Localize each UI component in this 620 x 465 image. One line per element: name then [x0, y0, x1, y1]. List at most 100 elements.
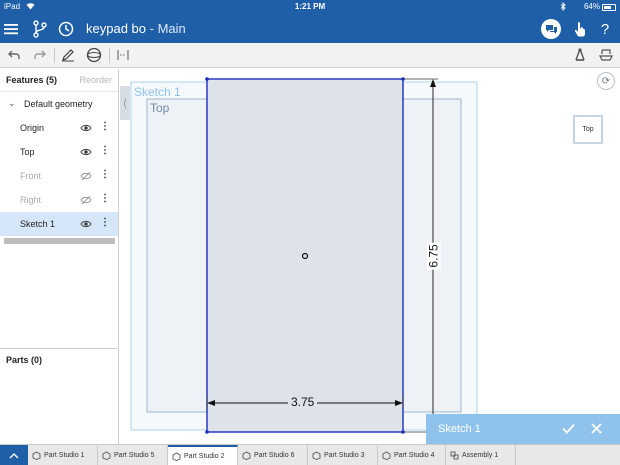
- close-icon[interactable]: [587, 419, 605, 437]
- toolbar-divider: [54, 48, 55, 63]
- history-clock-icon[interactable]: [55, 18, 77, 40]
- reorder-button[interactable]: Reorder: [79, 75, 112, 85]
- feature-label: Origin: [20, 123, 45, 133]
- features-title: Features (5): [6, 75, 58, 85]
- view-sphere-icon[interactable]: [84, 46, 104, 64]
- sketch-edit-title: Sketch 1: [438, 423, 481, 435]
- sketch-canvas[interactable]: [120, 69, 620, 444]
- eye-icon[interactable]: [80, 218, 92, 230]
- sketch-rectangle: [206, 78, 404, 433]
- tab-part-studio-5[interactable]: Part Studio 5: [98, 445, 168, 465]
- ios-status-bar: iPad 1:21 PM 64%: [0, 0, 620, 14]
- chevron-up-icon[interactable]: [0, 445, 28, 465]
- tab-label: Part Studio 6: [254, 452, 295, 459]
- bluetooth-icon: [560, 1, 566, 13]
- feature-label: Top: [20, 147, 35, 157]
- eye-hidden-icon[interactable]: [80, 194, 92, 206]
- feature-list-scrollbar[interactable]: [4, 238, 115, 244]
- check-icon[interactable]: [559, 419, 577, 437]
- tab-part-studio-3[interactable]: Part Studio 3: [308, 445, 378, 465]
- view-cube[interactable]: Top: [573, 115, 603, 144]
- tab-part-studio-1[interactable]: Part Studio 1: [28, 445, 98, 465]
- more-options-icon[interactable]: ⋮: [100, 217, 110, 228]
- tab-label: Part Studio 5: [114, 452, 155, 459]
- eye-hidden-icon[interactable]: [80, 170, 92, 182]
- more-options-icon[interactable]: ⋮: [100, 121, 110, 132]
- part-studio-icon: [32, 451, 41, 460]
- toolbar: [0, 43, 620, 68]
- touch-mode-icon[interactable]: [569, 18, 591, 40]
- part-studio-icon: [102, 451, 111, 460]
- document-title: keypad bo - Main: [86, 21, 186, 36]
- assembly-icon: [450, 451, 459, 460]
- tab-label: Part Studio 1: [44, 452, 85, 459]
- part-studio-icon: [382, 451, 391, 460]
- feature-list-panel: Features (5) Reorder ⌄ Default geometry …: [0, 69, 119, 348]
- section-view-icon[interactable]: [596, 46, 616, 64]
- parts-panel: Parts (0): [0, 348, 119, 444]
- feature-row-origin[interactable]: Origin ⋮: [0, 116, 118, 140]
- tab-part-studio-6[interactable]: Part Studio 6: [238, 445, 308, 465]
- toolbar-divider: [109, 48, 110, 63]
- dimension-tool-icon[interactable]: [113, 46, 133, 64]
- help-icon[interactable]: ?: [594, 18, 616, 40]
- feature-label: Right: [20, 195, 42, 205]
- tab-label: Part Studio 3: [324, 452, 365, 459]
- battery-icon: [602, 4, 616, 11]
- onshape-app: iPad 1:21 PM 64% keypad bo - Main ? Feat…: [0, 0, 620, 465]
- feature-row-sketch-1[interactable]: Sketch 1 ⋮: [0, 212, 118, 236]
- dimension-width-value[interactable]: 3.75: [288, 395, 318, 409]
- comments-button[interactable]: [540, 18, 562, 40]
- feature-row-front[interactable]: Front ⋮: [0, 164, 118, 188]
- eye-icon[interactable]: [80, 122, 92, 134]
- chat-bubbles-icon: [541, 19, 561, 39]
- more-options-icon[interactable]: ⋮: [100, 169, 110, 180]
- part-studio-icon: [242, 451, 251, 460]
- compass-measure-icon[interactable]: [570, 46, 590, 64]
- sketch-vertex: [205, 430, 209, 434]
- feature-row-right[interactable]: Right ⋮: [0, 188, 118, 212]
- more-options-icon[interactable]: ⋮: [100, 193, 110, 204]
- sketch-vertex: [205, 77, 209, 81]
- part-studio-icon: [312, 451, 321, 460]
- graphics-viewport[interactable]: Sketch 1 Top 3.75 6.75: [120, 69, 620, 444]
- sketch-pencil-icon[interactable]: [58, 46, 78, 64]
- feature-label: Default geometry: [24, 99, 93, 109]
- undo-icon[interactable]: [4, 46, 24, 64]
- feature-row-top[interactable]: Top ⋮: [0, 140, 118, 164]
- sketch-edit-bar: Sketch 1: [426, 414, 620, 444]
- chevron-left-icon: ⟨: [122, 97, 128, 110]
- feature-label: Sketch 1: [20, 219, 56, 229]
- more-options-icon[interactable]: ⋮: [100, 145, 110, 156]
- workspace-name: Main: [157, 21, 186, 36]
- feature-group-default-geometry[interactable]: ⌄ Default geometry: [0, 92, 118, 116]
- redo-icon[interactable]: [30, 46, 50, 64]
- view-cube-face-label: Top: [582, 126, 594, 133]
- part-studio-icon: [172, 452, 181, 461]
- version-graph-icon[interactable]: [29, 18, 51, 40]
- rotate-view-button[interactable]: ⟳: [597, 72, 615, 90]
- eye-icon[interactable]: [80, 146, 92, 158]
- tab-bar: Part Studio 1 Part Studio 5 Part Studio …: [0, 444, 620, 465]
- tab-part-studio-4[interactable]: Part Studio 4: [378, 445, 446, 465]
- feature-list-header: Features (5) Reorder: [0, 69, 118, 92]
- parts-title: Parts (0): [6, 355, 43, 365]
- tab-label: Part Studio 2: [184, 453, 225, 460]
- rotate-icon: ⟳: [601, 75, 611, 87]
- collapse-panel-tab[interactable]: ⟨: [120, 86, 130, 120]
- tab-assembly-1[interactable]: Assembly 1: [446, 445, 516, 465]
- document-name: keypad bo: [86, 21, 146, 36]
- tab-label: Assembly 1: [462, 452, 499, 459]
- dimension-height-value[interactable]: 6.75: [426, 242, 441, 270]
- feature-label: Front: [20, 171, 42, 181]
- battery-percent: 64%: [583, 2, 600, 11]
- title-separator: -: [146, 21, 158, 36]
- plane-name-label: Top: [150, 101, 170, 115]
- sketch-name-label: Sketch 1: [134, 85, 181, 99]
- tab-label: Part Studio 4: [394, 452, 435, 459]
- tab-part-studio-2[interactable]: Part Studio 2: [168, 445, 238, 465]
- hamburger-menu-icon[interactable]: [0, 18, 22, 40]
- chevron-down-icon[interactable]: ⌄: [8, 98, 16, 109]
- app-header: keypad bo - Main ?: [0, 14, 620, 43]
- status-time: 1:21 PM: [294, 2, 326, 11]
